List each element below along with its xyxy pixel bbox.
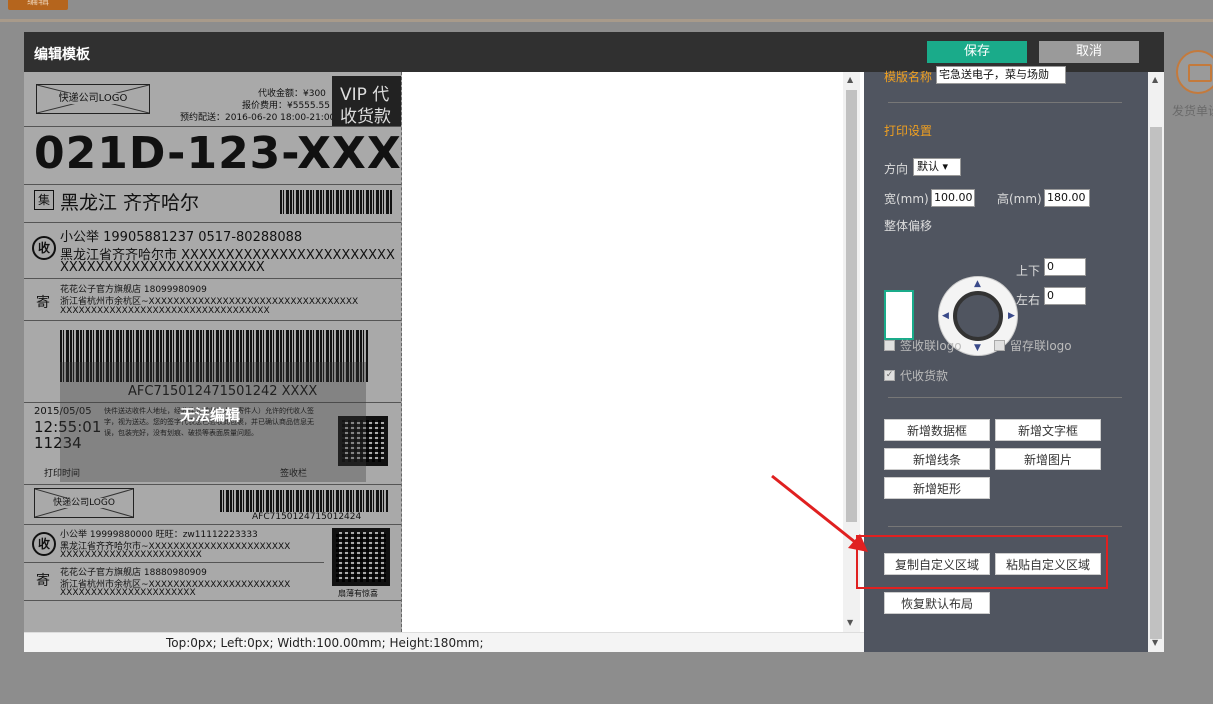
highlight-box bbox=[856, 535, 1108, 589]
modal-title: 编辑模板 bbox=[34, 47, 90, 63]
down-arrow-icon[interactable]: ▼ bbox=[974, 343, 981, 353]
up-arrow-icon[interactable]: ▲ bbox=[974, 279, 981, 289]
scheduled-time: 预约配送：2016-06-20 18:00-21:00 bbox=[180, 113, 336, 123]
save-button[interactable]: 保存 bbox=[927, 41, 1027, 63]
template-thumbnail bbox=[884, 290, 914, 340]
receiver: 小公举 19905881237 0517-80288088 bbox=[60, 230, 303, 245]
barcode-2 bbox=[220, 490, 388, 512]
receiver-address-2: XXXXXXXXXXXXXXXXXXXXXXX bbox=[60, 260, 265, 275]
qr-code-2 bbox=[332, 528, 390, 586]
panel-scroll-down-icon[interactable]: ▼ bbox=[1152, 638, 1158, 647]
leftright-input[interactable]: 0 bbox=[1044, 287, 1086, 305]
receive-icon: 收 bbox=[32, 236, 56, 260]
width-label: 宽(mm) bbox=[884, 192, 929, 206]
right-arrow-icon[interactable]: ▶ bbox=[1008, 311, 1015, 321]
scroll-thumb[interactable] bbox=[846, 90, 857, 522]
keep-logo-label: 留存联logo bbox=[1010, 339, 1072, 353]
panel-scroll-up-icon[interactable]: ▲ bbox=[1152, 75, 1158, 84]
route: 黑龙江 齐齐哈尔 bbox=[60, 192, 200, 214]
no-edit-overlay: 无法编辑 bbox=[60, 362, 366, 482]
logo-placeholder: 快递公司LOGO bbox=[36, 84, 150, 114]
receiver-2-address-2: XXXXXXXXXXXXXXXXXXXXXXX bbox=[60, 550, 202, 560]
keep-logo-checkbox[interactable] bbox=[994, 340, 1005, 351]
sort-code: 021D-123-XXX bbox=[34, 128, 402, 179]
print-settings-heading: 打印设置 bbox=[884, 124, 933, 138]
vip-badge: VIP 代 收货款 bbox=[332, 76, 401, 127]
sender-address-2: XXXXXXXXXXXXXXXXXXXXXXXXXXXXXXXXXX bbox=[60, 306, 270, 316]
cancel-button[interactable]: 取消 bbox=[1039, 41, 1139, 63]
template-name-label: 模版名称 bbox=[884, 70, 933, 84]
direction-label: 方向 bbox=[884, 162, 909, 176]
edit-button[interactable]: 编辑 bbox=[8, 0, 68, 10]
sign-logo-label: 签收联logo bbox=[900, 339, 962, 353]
slogan: 扇薄有惊喜 bbox=[338, 589, 378, 598]
cod-label: 代收货款 bbox=[900, 369, 949, 383]
invoice-icon[interactable] bbox=[1176, 50, 1213, 94]
height-label: 高(mm) bbox=[997, 192, 1042, 206]
cod-checkbox[interactable]: ✓ bbox=[884, 370, 895, 381]
status-bar: Top:0px; Left:0px; Width:100.00mm; Heigh… bbox=[24, 632, 864, 652]
sender-icon: 寄 bbox=[36, 295, 50, 311]
logo-placeholder-2: 快递公司LOGO bbox=[34, 488, 134, 518]
panel-scroll-thumb[interactable] bbox=[1150, 127, 1162, 639]
barcode-number-2: AFC7150124715012424 bbox=[252, 512, 362, 522]
scroll-up-icon[interactable]: ▲ bbox=[847, 75, 853, 84]
height-input[interactable]: 180.00 bbox=[1044, 189, 1090, 207]
updown-input[interactable]: 0 bbox=[1044, 258, 1086, 276]
add-line-button[interactable]: 新增线条 bbox=[884, 448, 990, 470]
width-input[interactable]: 100.00 bbox=[931, 189, 975, 207]
template-name-input[interactable]: 宅急送电子，菜与场勋 bbox=[936, 66, 1066, 84]
red-arrow-icon bbox=[771, 474, 868, 552]
route-barcode bbox=[280, 190, 392, 214]
offset-label: 整体偏移 bbox=[884, 219, 933, 233]
ji-icon: 集 bbox=[34, 190, 54, 210]
background-toolbar: 编辑 bbox=[0, 0, 1213, 22]
waybill-label[interactable]: 快递公司LOGO 代收金额：¥300 报价费用：¥5555.55 预约配送：20… bbox=[24, 72, 402, 632]
add-image-button[interactable]: 新增图片 bbox=[995, 448, 1101, 470]
scroll-down-icon[interactable]: ▼ bbox=[847, 618, 853, 627]
direction-select[interactable]: 默认 ▾ bbox=[913, 158, 961, 176]
updown-label: 上下 bbox=[1016, 264, 1041, 278]
sender-icon-2: 寄 bbox=[36, 573, 50, 589]
receive-icon-2: 收 bbox=[32, 532, 56, 556]
add-data-box-button[interactable]: 新增数据框 bbox=[884, 419, 990, 441]
leftright-label: 左右 bbox=[1016, 293, 1041, 307]
left-arrow-icon[interactable]: ◀ bbox=[942, 311, 949, 321]
panel-scrollbar[interactable]: ▲ ▼ bbox=[1148, 72, 1164, 652]
sign-logo-checkbox[interactable] bbox=[884, 340, 895, 351]
add-rect-button[interactable]: 新增矩形 bbox=[884, 477, 990, 499]
restore-layout-button[interactable]: 恢复默认布局 bbox=[884, 592, 990, 614]
add-text-box-button[interactable]: 新增文字框 bbox=[995, 419, 1101, 441]
side-label: 发货单设 bbox=[1172, 104, 1213, 118]
sender-2-address-2: XXXXXXXXXXXXXXXXXXXXXX bbox=[60, 588, 196, 598]
